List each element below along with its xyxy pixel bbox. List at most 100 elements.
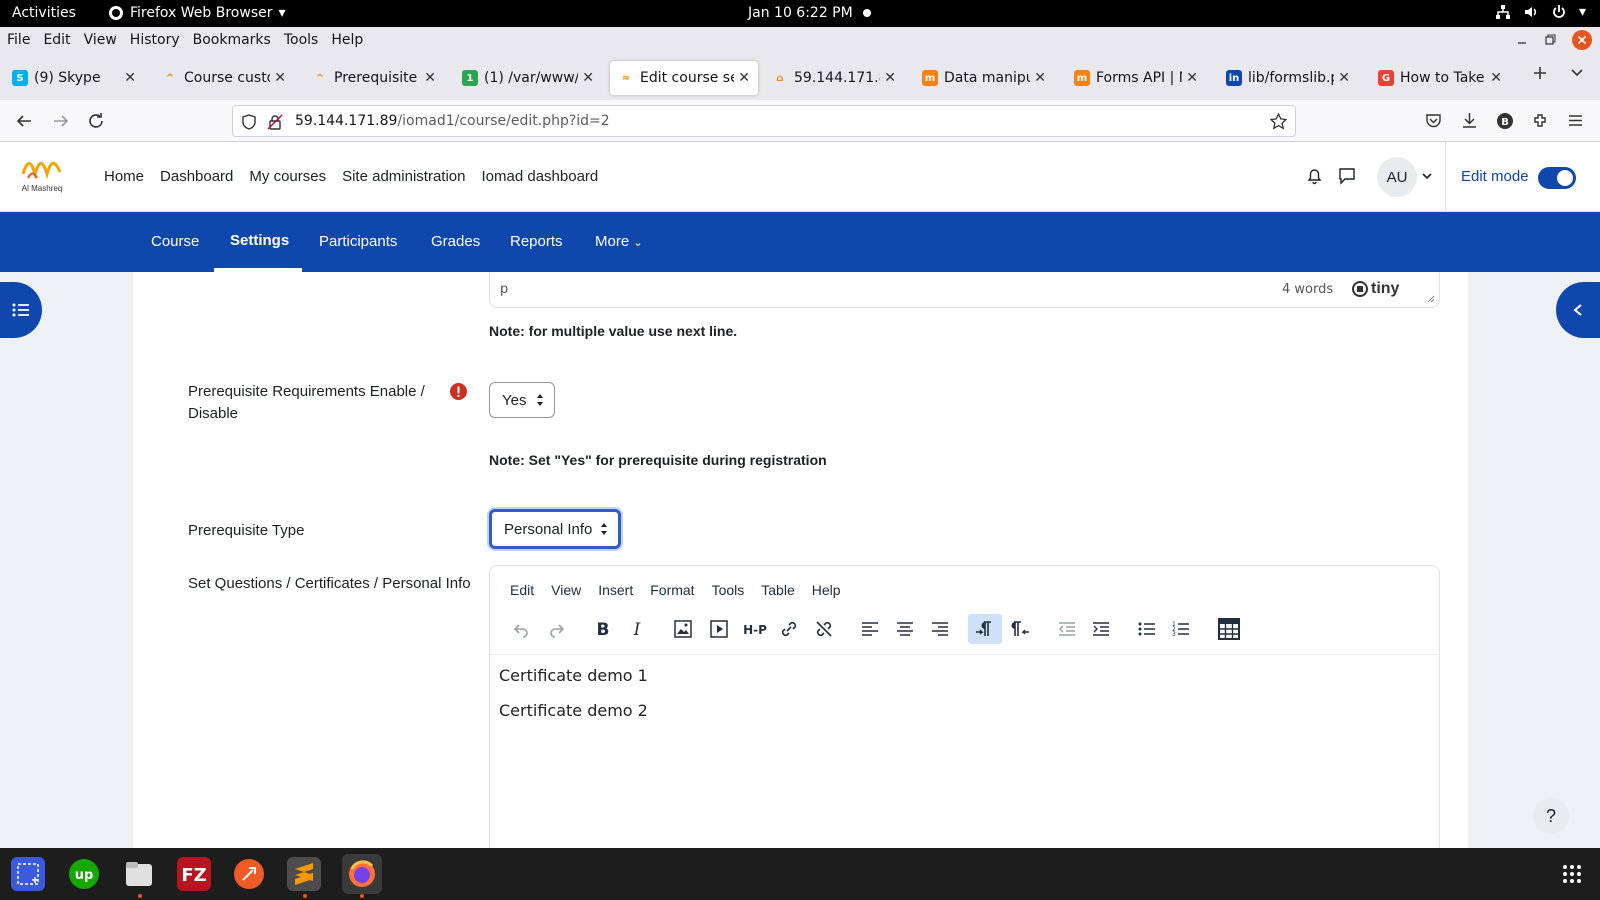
close-tab-icon[interactable]: ✕	[424, 70, 436, 86]
close-tab-icon[interactable]: ✕	[124, 70, 136, 86]
tab-more[interactable]: More ⌄	[595, 233, 643, 250]
app-menu[interactable]: Firefox Web Browser ▾	[108, 5, 286, 21]
bold-icon[interactable]: B	[588, 614, 618, 644]
menu-tools[interactable]: Tools	[284, 32, 319, 48]
tiny-brand[interactable]: tiny	[1352, 280, 1399, 298]
browser-tab[interactable]: ^ Course custom✕	[154, 61, 294, 95]
close-tab-icon[interactable]: ✕	[1338, 70, 1350, 86]
close-tab-icon[interactable]: ✕	[1034, 70, 1046, 86]
browser-tab[interactable]: m Data manipula✕	[914, 61, 1054, 95]
prereq-type-select[interactable]: Personal Info	[489, 509, 621, 549]
reload-icon[interactable]	[87, 112, 105, 130]
back-icon[interactable]	[15, 112, 33, 130]
restore-window-icon[interactable]	[1544, 34, 1556, 46]
undo-icon[interactable]	[506, 614, 536, 644]
close-tab-icon[interactable]: ✕	[1186, 70, 1198, 86]
list-tabs-icon[interactable]	[1570, 67, 1584, 79]
close-tab-icon[interactable]: ✕	[884, 70, 896, 86]
downloads-icon[interactable]	[1461, 112, 1478, 129]
align-right-icon[interactable]	[925, 614, 955, 644]
browser-tab[interactable]: 1 (1) /var/www/✕	[454, 61, 602, 95]
close-window-icon[interactable]	[1572, 30, 1592, 50]
browser-tab-active[interactable]: ≈ Edit course se ✕	[610, 61, 758, 95]
bell-icon[interactable]	[1306, 167, 1323, 185]
course-index-drawer-button[interactable]	[0, 282, 42, 338]
image-icon[interactable]	[668, 614, 698, 644]
editor-menu-insert[interactable]: Insert	[598, 582, 633, 598]
forward-icon[interactable]	[52, 112, 70, 130]
browser-tab[interactable]: m Forms API | M ✕	[1066, 61, 1206, 95]
pocket-icon[interactable]	[1425, 112, 1442, 129]
link-icon[interactable]	[774, 614, 804, 644]
editor-content[interactable]: Certificate demo 1 Certificate demo 2	[499, 666, 648, 720]
edit-mode-toggle[interactable]	[1538, 167, 1576, 189]
close-tab-icon[interactable]: ✕	[1490, 70, 1502, 86]
bullet-list-icon[interactable]	[1132, 614, 1162, 644]
close-tab-icon[interactable]: ✕	[738, 70, 750, 86]
table-icon[interactable]	[1214, 614, 1244, 644]
italic-icon[interactable]: I	[622, 614, 652, 644]
browser-tab[interactable]: ^ Prerequisite F ✕	[304, 61, 444, 95]
menu-file[interactable]: File	[7, 32, 30, 48]
menu-history[interactable]: History	[130, 32, 180, 48]
screenshot-app-icon[interactable]	[11, 857, 45, 891]
indent-icon[interactable]	[1086, 614, 1116, 644]
tab-participants[interactable]: Participants	[319, 233, 397, 250]
editor-menu-view[interactable]: View	[551, 582, 581, 598]
browser-tab[interactable]: in lib/formslib.p ✕	[1218, 61, 1358, 95]
numbered-list-icon[interactable]: 123	[1166, 614, 1196, 644]
menu-help[interactable]: Help	[331, 32, 363, 48]
close-tab-icon[interactable]: ✕	[582, 70, 594, 86]
minimize-window-icon[interactable]	[1516, 34, 1528, 46]
browser-tab[interactable]: ⌂ 59.144.171.89✕	[764, 61, 904, 95]
menu-bookmarks[interactable]: Bookmarks	[193, 32, 271, 48]
upwork-icon[interactable]: up	[67, 857, 101, 891]
browser-tab[interactable]: S (9) Skype ✕	[4, 61, 144, 95]
editor-menu-format[interactable]: Format	[650, 582, 694, 598]
nav-iomad-dashboard[interactable]: Iomad dashboard	[482, 168, 599, 185]
redo-icon[interactable]	[542, 614, 572, 644]
prereq-enable-select[interactable]: Yes	[489, 382, 555, 418]
nav-site-administration[interactable]: Site administration	[342, 168, 465, 185]
editor-menu-help[interactable]: Help	[812, 582, 841, 598]
system-tray[interactable]: ▾	[1495, 4, 1586, 20]
postman-icon[interactable]	[232, 857, 266, 891]
unlink-icon[interactable]	[809, 614, 839, 644]
outdent-icon[interactable]	[1052, 614, 1082, 644]
rtl-direction-icon[interactable]	[1006, 614, 1036, 644]
align-center-icon[interactable]	[890, 614, 920, 644]
files-icon[interactable]	[122, 857, 156, 891]
insecure-lock-icon[interactable]	[267, 114, 283, 130]
editor-menu-table[interactable]: Table	[761, 582, 794, 598]
ltr-direction-icon[interactable]	[968, 614, 1002, 644]
filezilla-icon[interactable]: FZ	[177, 857, 211, 891]
editor-menu-tools[interactable]: Tools	[712, 582, 745, 598]
firefox-dock-icon[interactable]	[342, 854, 382, 894]
site-logo[interactable]: Al Mashreq	[20, 152, 64, 202]
close-tab-icon[interactable]: ✕	[274, 70, 286, 86]
sublime-text-icon[interactable]	[287, 857, 321, 891]
clock[interactable]: Jan 10 6:22 PM	[748, 5, 871, 21]
tab-settings[interactable]: Settings	[230, 232, 289, 249]
align-left-icon[interactable]	[855, 614, 885, 644]
editor-menu-edit[interactable]: Edit	[510, 582, 534, 598]
nav-home[interactable]: Home	[104, 168, 144, 185]
chevron-down-icon[interactable]	[1421, 171, 1433, 181]
menu-edit[interactable]: Edit	[43, 32, 70, 48]
tab-grades[interactable]: Grades	[431, 233, 480, 250]
show-apps-grid-icon[interactable]	[1562, 864, 1582, 884]
word-count[interactable]: 4 words	[1282, 282, 1333, 297]
shield-icon[interactable]	[241, 114, 257, 130]
messages-icon[interactable]	[1338, 167, 1356, 185]
media-icon[interactable]	[704, 614, 734, 644]
block-drawer-button[interactable]	[1556, 282, 1600, 338]
extensions-icon[interactable]	[1532, 112, 1549, 129]
new-tab-icon[interactable]	[1532, 65, 1548, 81]
account-icon[interactable]: B	[1496, 112, 1514, 130]
h5p-icon[interactable]: H-P	[738, 614, 772, 644]
nav-dashboard[interactable]: Dashboard	[160, 168, 233, 185]
nav-my-courses[interactable]: My courses	[249, 168, 326, 185]
help-button[interactable]: ?	[1533, 798, 1569, 834]
tab-reports[interactable]: Reports	[510, 233, 563, 250]
avatar[interactable]: AU	[1377, 157, 1417, 197]
